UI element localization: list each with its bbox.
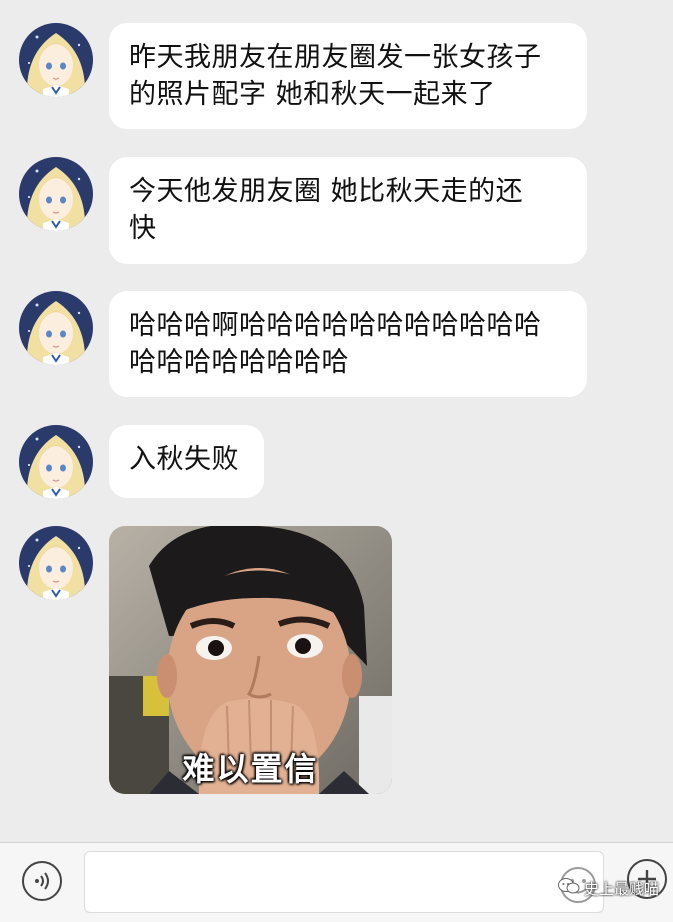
sticker-image[interactable]: 难以置信 [109,526,392,794]
watermark: 史上最贱喵 [558,877,659,899]
sticker-caption: 难以置信 [182,750,319,788]
message-bubble[interactable]: 哈哈哈啊哈哈哈哈哈哈哈哈哈哈哈 哈哈哈哈哈哈哈哈 [109,291,587,397]
voice-button[interactable] [22,861,62,901]
message-line: 昨天我朋友在朋友圈发一张女孩子 [129,42,542,73]
message-line: 快 [129,213,157,244]
message-bubble[interactable]: 昨天我朋友在朋友圈发一张女孩子 的照片配字 她和秋天一起来了 [109,23,587,129]
message-bubble[interactable]: 入秋失败 [109,425,264,498]
wechat-logo-icon [558,877,580,899]
avatar[interactable] [19,526,93,600]
message-line: 今天他发朋友圈 她比秋天走的还 [129,176,524,207]
message-line: 的照片配字 她和秋天一起来了 [129,79,496,110]
avatar[interactable] [19,157,93,231]
chat-area: 昨天我朋友在朋友圈发一张女孩子 的照片配字 她和秋天一起来了 今天他发朋友圈 她… [0,0,673,842]
message-bubble[interactable]: 今天他发朋友圈 她比秋天走的还 快 [109,157,587,264]
avatar[interactable] [19,291,93,365]
message-line: 入秋失败 [129,444,239,475]
avatar[interactable] [19,23,93,97]
avatar[interactable] [19,425,93,499]
message-input[interactable] [84,851,604,913]
message-line: 哈哈哈哈哈哈哈哈 [129,347,349,378]
watermark-text: 史上最贱喵 [584,879,660,898]
message-line: 哈哈哈啊哈哈哈哈哈哈哈哈哈哈哈 [129,310,542,341]
